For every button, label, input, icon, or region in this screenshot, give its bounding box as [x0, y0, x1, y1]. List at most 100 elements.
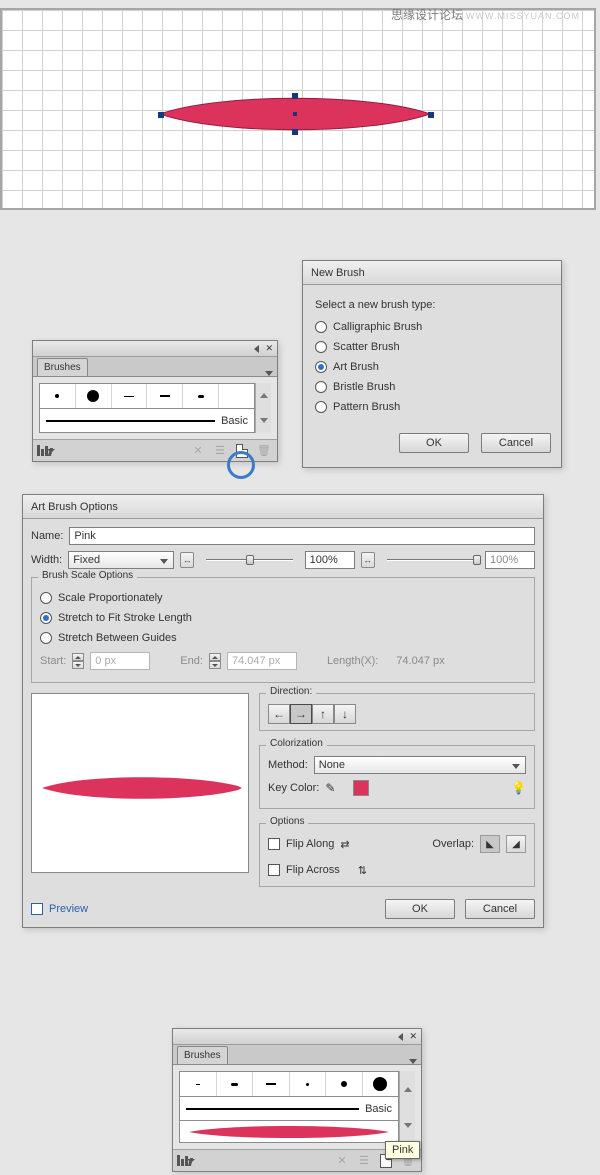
brush-tooltip: Pink — [385, 1141, 420, 1159]
flip-across-checkbox[interactable]: Flip Across ⇅ — [268, 860, 526, 880]
start-input: 0 px — [90, 652, 150, 670]
radio-art[interactable]: Art Brush — [315, 357, 549, 377]
cancel-button[interactable]: Cancel — [465, 899, 535, 919]
close-icon[interactable]: ✕ — [409, 1031, 417, 1042]
dir-right-button[interactable]: → — [290, 704, 312, 724]
start-label: Start: — [40, 655, 66, 667]
panel-menu-icon[interactable] — [265, 371, 273, 376]
radio-calligraphic[interactable]: Calligraphic Brush — [315, 317, 549, 337]
ok-button[interactable]: OK — [385, 899, 455, 919]
method-select[interactable]: None — [314, 756, 526, 774]
lengthx-label: Length(X): — [327, 655, 378, 667]
watermark-text: 思缘设计论坛 — [391, 8, 463, 22]
flip-width-icon-b: ↔ — [361, 552, 375, 568]
direction-group: Direction: ← → ↑ ↓ — [259, 693, 535, 731]
flip-across-icon: ⇅ — [358, 864, 367, 877]
brushes-tab[interactable]: Brushes — [37, 358, 88, 376]
width-type-select[interactable]: Fixed — [68, 551, 174, 569]
anchor-center[interactable] — [293, 112, 297, 116]
panel-chrome[interactable]: ✕ — [173, 1029, 421, 1045]
anchor-right[interactable] — [428, 112, 434, 118]
anchor-bottom[interactable] — [292, 129, 298, 135]
watermark-url: WWW.MISSYUAN.COM — [466, 11, 580, 21]
colorization-group: Colorization Method: None Key Color: ✎ 💡 — [259, 745, 535, 809]
brush-presets-row[interactable] — [39, 383, 255, 409]
trash-icon: 🗑 — [255, 442, 273, 460]
new-brush-button[interactable] — [233, 442, 251, 460]
cancel-button[interactable]: Cancel — [481, 433, 551, 453]
overlap-label: Overlap: — [432, 838, 474, 850]
width-label: Width: — [31, 554, 62, 566]
eyedropper-icon[interactable]: ✎ — [325, 781, 335, 795]
dir-up-button[interactable]: ↑ — [312, 704, 334, 724]
flip-along-icon: ⇄ — [340, 838, 349, 851]
dialog-title[interactable]: Art Brush Options — [23, 495, 543, 519]
radio-scale-proportionately[interactable]: Scale Proportionately — [40, 588, 526, 608]
overlap-overlap-button[interactable]: ◢ — [506, 835, 526, 853]
overlap-corner-button[interactable]: ◣ — [480, 835, 500, 853]
anchor-top[interactable] — [292, 93, 298, 99]
lengthx-value: 74.047 px — [396, 655, 444, 667]
options-icon: ☰ — [355, 1152, 373, 1170]
preview-checkbox[interactable] — [31, 903, 43, 915]
basic-brush-row[interactable]: Basic — [179, 1097, 399, 1121]
options-icon: ☰ — [211, 442, 229, 460]
end-input: 74.047 px — [227, 652, 297, 670]
method-label: Method: — [268, 759, 308, 771]
close-icon[interactable]: ✕ — [265, 343, 273, 354]
ok-button[interactable]: OK — [399, 433, 469, 453]
basic-brush-row[interactable]: Basic — [39, 409, 255, 433]
width-slider-a[interactable] — [206, 553, 292, 567]
preview-pane — [31, 693, 249, 873]
flip-along-checkbox[interactable]: Flip Along — [268, 834, 334, 854]
start-stepper — [72, 653, 84, 669]
watermark: 思缘设计论坛 WWW.MISSYUAN.COM — [391, 6, 580, 23]
remove-stroke-icon: ✕ — [333, 1152, 351, 1170]
keycolor-label: Key Color: — [268, 782, 319, 794]
new-page-icon — [236, 444, 248, 458]
scale-options-group: Brush Scale Options Scale Proportionatel… — [31, 577, 535, 683]
art-brush-options-dialog: Art Brush Options Name: Pink Width: Fixe… — [22, 494, 544, 928]
end-label: End: — [180, 655, 203, 667]
basic-label: Basic — [365, 1103, 392, 1115]
width-b-input: 100% — [485, 551, 535, 569]
new-brush-dialog: New Brush Select a new brush type: Calli… — [302, 260, 562, 468]
options-group: Options Flip Along ⇄ Overlap: ◣ ◢ Flip A… — [259, 823, 535, 887]
preview-label: Preview — [49, 903, 88, 915]
brushes-tab[interactable]: Brushes — [177, 1046, 228, 1064]
radio-stretch-guides[interactable]: Stretch Between Guides — [40, 628, 526, 648]
width-slider-b — [387, 553, 473, 567]
dialog-title[interactable]: New Brush — [303, 261, 561, 285]
tips-icon[interactable]: 💡 — [511, 781, 526, 795]
collapse-icon[interactable] — [398, 1033, 403, 1041]
end-stepper — [209, 653, 221, 669]
library-menu[interactable] — [37, 442, 55, 460]
anchor-left[interactable] — [158, 112, 164, 118]
prompt-text: Select a new brush type: — [315, 299, 549, 311]
width-a-input[interactable]: 100% — [305, 551, 355, 569]
brushes-panel-result: ✕ Brushes Basic — [172, 1028, 422, 1172]
name-label: Name: — [31, 530, 63, 542]
preview-pink-shape — [42, 774, 242, 802]
scrollbar[interactable] — [255, 383, 271, 433]
pink-brush-row[interactable] — [179, 1121, 399, 1143]
radio-pattern[interactable]: Pattern Brush — [315, 397, 549, 417]
name-input[interactable]: Pink — [69, 527, 535, 545]
brushes-panel: ✕ Brushes Basic — [32, 340, 278, 462]
radio-scatter[interactable]: Scatter Brush — [315, 337, 549, 357]
scrollbar[interactable] — [399, 1071, 415, 1143]
radio-bristle[interactable]: Bristle Brush — [315, 377, 549, 397]
radio-stretch-fit[interactable]: Stretch to Fit Stroke Length — [40, 608, 526, 628]
library-menu[interactable] — [177, 1152, 195, 1170]
panel-chrome[interactable]: ✕ — [33, 341, 277, 357]
remove-stroke-icon: ✕ — [189, 442, 207, 460]
dir-left-button[interactable]: ← — [268, 704, 290, 724]
basic-label: Basic — [221, 415, 248, 427]
keycolor-swatch[interactable] — [353, 780, 369, 796]
panel-menu-icon[interactable] — [409, 1059, 417, 1064]
flip-width-icon-a[interactable]: ↔ — [180, 552, 194, 568]
brush-presets-row[interactable] — [179, 1071, 399, 1097]
dir-down-button[interactable]: ↓ — [334, 704, 356, 724]
design-canvas[interactable]: 思缘设计论坛 WWW.MISSYUAN.COM — [0, 8, 596, 210]
collapse-icon[interactable] — [254, 345, 259, 353]
